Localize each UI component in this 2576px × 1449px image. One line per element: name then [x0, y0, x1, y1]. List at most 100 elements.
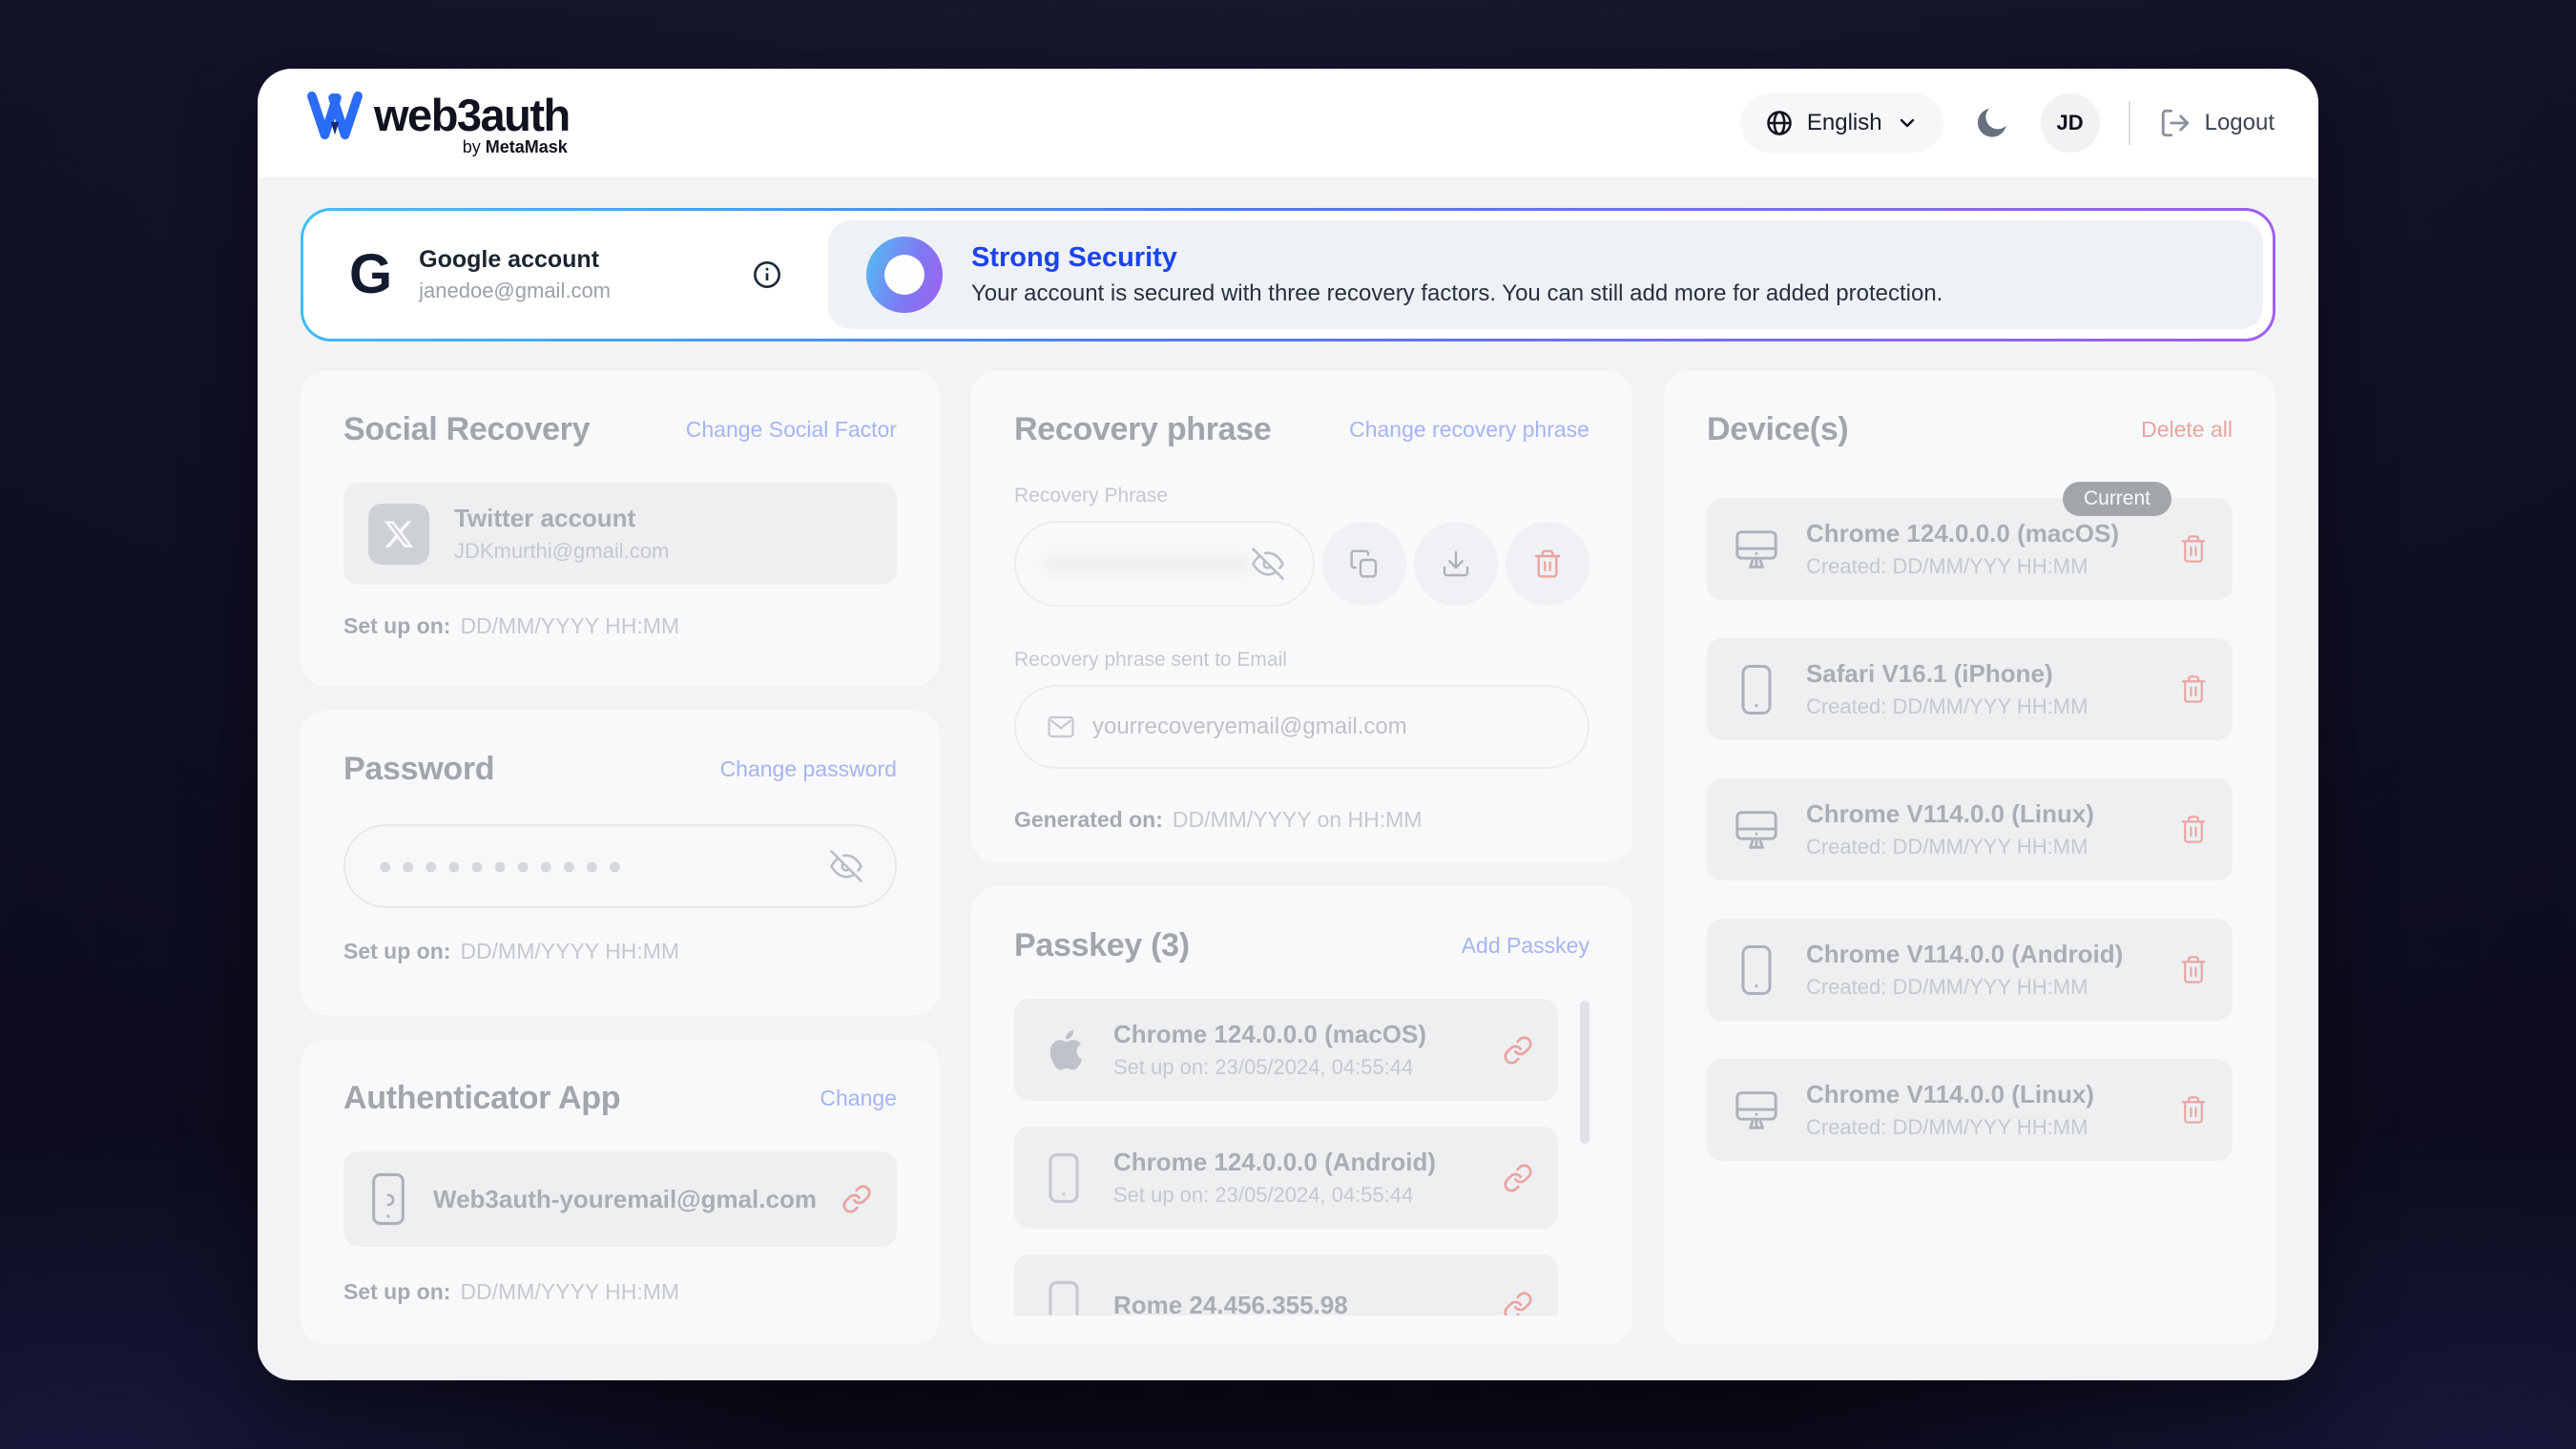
link-icon[interactable] [1503, 1163, 1533, 1193]
phone-icon [1039, 1279, 1089, 1316]
desktop-icon [1732, 809, 1781, 851]
delete-device-icon[interactable] [2179, 533, 2208, 566]
logout-button[interactable]: Logout [2159, 107, 2275, 139]
delete-all-devices-link[interactable]: Delete all [2141, 417, 2233, 443]
recovery-phrase-field[interactable]: xxxxxxxxxxxxxx [1014, 521, 1315, 607]
recovery-email-label: Recovery phrase sent to Email [1014, 649, 1589, 672]
logout-icon [2159, 107, 2192, 139]
security-ring-icon [866, 237, 943, 313]
authenticator-account: Web3auth-youremail@gmal.com [433, 1185, 817, 1214]
passkey-item-sub: Set up on: 23/05/2024, 04:55:44 [1113, 1055, 1478, 1080]
column-right: Device(s) Delete all Current Chrome 124.… [1664, 371, 2275, 1344]
twitter-x-icon [368, 504, 429, 565]
passkey-scrollbar[interactable] [1580, 1001, 1589, 1144]
security-status-panel: Strong Security Your account is secured … [828, 220, 2263, 329]
security-status-description: Your account is secured with three recov… [971, 280, 1942, 307]
password-title: Password [343, 751, 494, 788]
device-sub: Created: DD/MM/YYY HH:MM [1806, 1115, 2154, 1140]
social-setup-value: DD/MM/YYYY HH:MM [460, 613, 679, 638]
header: web3auth by MetaMask English JD [258, 69, 2318, 177]
authenticator-title: Authenticator App [343, 1080, 620, 1117]
column-left: Social Recovery Change Social Factor Twi… [301, 371, 940, 1344]
generated-on-value: DD/MM/YYYY on HH:MM [1173, 807, 1423, 832]
device-title: Chrome 124.0.0.0 (macOS) [1806, 519, 2154, 549]
language-selector[interactable]: English [1740, 93, 1943, 153]
phone-icon [1039, 1151, 1089, 1205]
device-row: Current Chrome 124.0.0.0 (macOS) Created… [1707, 498, 2233, 600]
recovery-phrase-masked-value: xxxxxxxxxxxxxx [1045, 550, 1252, 578]
link-icon[interactable] [1503, 1035, 1533, 1066]
eye-off-icon[interactable] [830, 850, 862, 882]
passkey-title: Passkey (3) [1014, 927, 1190, 964]
passkey-item-title: Chrome 124.0.0.0 (macOS) [1113, 1020, 1478, 1049]
social-setup-label: Set up on: [343, 613, 450, 638]
password-card: Password Change password ●●●●●●●●●●● Set… [301, 711, 940, 1015]
device-row: Chrome V114.0.0 (Linux) Created: DD/MM/Y… [1707, 1059, 2233, 1161]
generated-on-label: Generated on: [1014, 807, 1163, 832]
password-field[interactable]: ●●●●●●●●●●● [343, 824, 897, 908]
google-icon: G [349, 247, 392, 302]
social-recovery-card: Social Recovery Change Social Factor Twi… [301, 371, 940, 686]
info-icon[interactable] [752, 259, 782, 290]
copy-phrase-button[interactable] [1322, 522, 1406, 606]
change-password-link[interactable]: Change password [720, 756, 897, 782]
password-masked-value: ●●●●●●●●●●● [378, 853, 830, 880]
header-divider [2129, 101, 2130, 145]
twitter-account-label: Twitter account [454, 504, 872, 533]
phone-icon [1732, 943, 1781, 997]
device-row: Chrome V114.0.0 (Linux) Created: DD/MM/Y… [1707, 778, 2233, 880]
change-recovery-phrase-link[interactable]: Change recovery phrase [1349, 417, 1589, 443]
recovery-phrase-label: Recovery Phrase [1014, 485, 1589, 507]
content-grid: Social Recovery Change Social Factor Twi… [301, 371, 2275, 1344]
devices-title: Device(s) [1707, 411, 1849, 448]
delete-device-icon[interactable] [2179, 954, 2208, 986]
delete-device-icon[interactable] [2179, 673, 2208, 706]
authenticator-setup-value: DD/MM/YYYY HH:MM [460, 1279, 679, 1304]
current-device-badge: Current [2063, 482, 2171, 516]
device-row: Chrome V114.0.0 (Android) Created: DD/MM… [1707, 919, 2233, 1021]
recovery-email-value: yourrecoveryemail@gmail.com [1092, 714, 1407, 740]
security-status-title: Strong Security [971, 242, 1942, 274]
change-social-factor-link[interactable]: Change Social Factor [686, 417, 897, 443]
device-title: Chrome V114.0.0 (Android) [1806, 940, 2154, 969]
dark-mode-toggle-moon-icon[interactable] [1972, 103, 2012, 143]
web3auth-logo-icon [305, 90, 364, 141]
web3auth-logo: web3auth by MetaMask [305, 89, 570, 157]
change-authenticator-link[interactable]: Change [820, 1086, 897, 1111]
download-phrase-button[interactable] [1414, 522, 1498, 606]
add-passkey-link[interactable]: Add Passkey [1462, 933, 1589, 959]
password-setup-label: Set up on: [343, 939, 450, 963]
social-recovery-title: Social Recovery [343, 411, 590, 448]
device-sub: Created: DD/MM/YYY HH:MM [1806, 554, 2154, 579]
language-label: English [1807, 110, 1882, 136]
password-setup-value: DD/MM/YYYY HH:MM [460, 939, 679, 963]
device-title: Chrome V114.0.0 (Linux) [1806, 799, 2154, 829]
passkey-item: Chrome 124.0.0.0 (Android) Set up on: 23… [1014, 1127, 1558, 1229]
recovery-phrase-title: Recovery phrase [1014, 411, 1272, 448]
link-icon[interactable] [1503, 1291, 1533, 1316]
devices-card: Device(s) Delete all Current Chrome 124.… [1664, 371, 2275, 1344]
delete-device-icon[interactable] [2179, 1094, 2208, 1127]
copy-icon [1349, 549, 1380, 579]
passkey-item: Chrome 124.0.0.0 (macOS) Set up on: 23/0… [1014, 999, 1558, 1101]
twitter-account-email: JDKmurthi@gmail.com [454, 539, 872, 564]
delete-device-icon[interactable] [2179, 814, 2208, 846]
authenticator-phone-icon [368, 1171, 408, 1227]
device-sub: Created: DD/MM/YYY HH:MM [1806, 694, 2154, 719]
chevron-down-icon [1896, 112, 1919, 135]
passkey-item-title: Rome 24.456.355.98 [1113, 1291, 1478, 1315]
header-actions: English JD Logout [1740, 93, 2275, 153]
device-row: Safari V16.1 (iPhone) Created: DD/MM/YYY… [1707, 638, 2233, 740]
unlink-icon[interactable] [841, 1184, 872, 1214]
delete-phrase-button[interactable] [1506, 522, 1589, 606]
eye-off-icon[interactable] [1252, 548, 1284, 580]
authenticator-setup-label: Set up on: [343, 1279, 450, 1304]
recovery-email-field[interactable]: yourrecoveryemail@gmail.com [1014, 685, 1589, 769]
phone-icon [1732, 663, 1781, 716]
user-avatar[interactable]: JD [2041, 93, 2100, 153]
device-title: Safari V16.1 (iPhone) [1806, 659, 2154, 689]
envelope-icon [1047, 714, 1075, 739]
passkey-item-sub: Set up on: 23/05/2024, 04:55:44 [1113, 1183, 1478, 1208]
globe-icon [1765, 109, 1794, 137]
download-icon [1441, 549, 1471, 579]
